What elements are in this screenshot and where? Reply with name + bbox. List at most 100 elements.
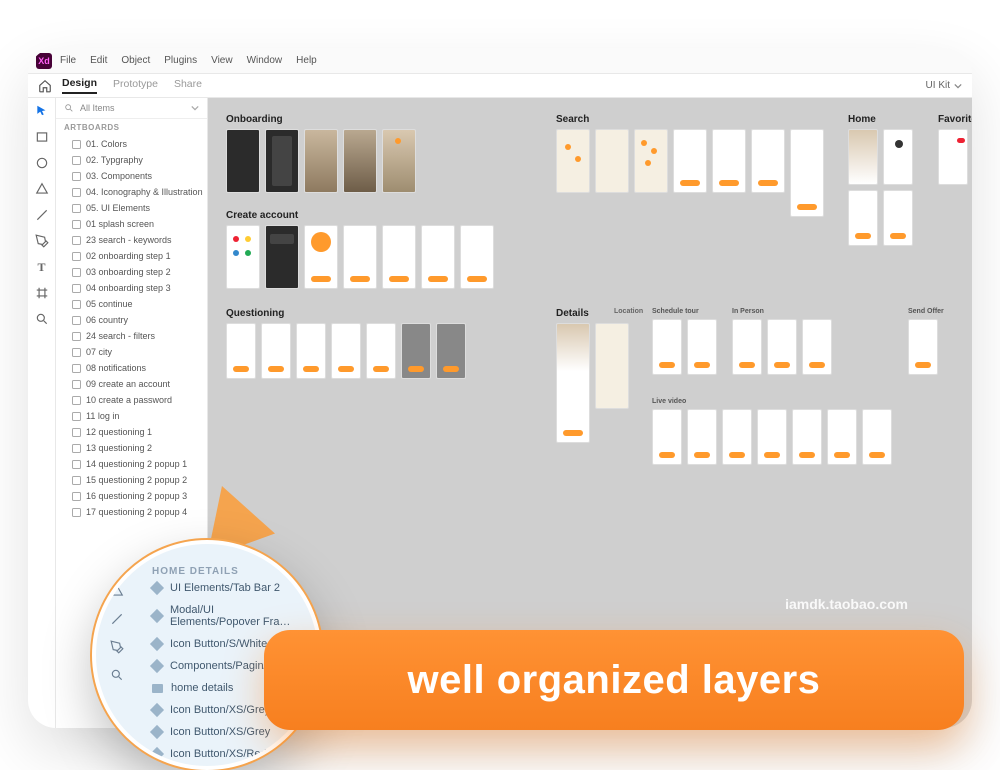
artboard-tool[interactable] <box>35 286 49 300</box>
zoom-layer-item[interactable]: UI Elements/Tab Bar 2 <box>152 577 298 599</box>
artboard[interactable] <box>226 225 260 289</box>
menu-plugins[interactable]: Plugins <box>164 55 197 66</box>
artboard[interactable] <box>848 190 878 246</box>
artboard[interactable] <box>265 129 299 193</box>
artboard[interactable] <box>343 129 377 193</box>
menu-file[interactable]: File <box>60 55 76 66</box>
artboard[interactable] <box>792 409 822 465</box>
artboard[interactable] <box>751 129 785 193</box>
layer-item[interactable]: 05 continue <box>56 296 207 312</box>
artboard[interactable] <box>634 129 668 193</box>
artboard[interactable] <box>802 319 832 375</box>
pen-tool[interactable] <box>35 234 49 248</box>
zoom-layer-item[interactable]: holder / V5 <box>152 765 298 770</box>
text-tool[interactable]: T <box>35 260 49 274</box>
artboard[interactable] <box>862 409 892 465</box>
artboard[interactable] <box>595 129 629 193</box>
layer-item[interactable]: 24 search - filters <box>56 328 207 344</box>
artboard[interactable] <box>652 409 682 465</box>
layer-item[interactable]: 05. UI Elements <box>56 200 207 216</box>
home-icon[interactable] <box>38 79 52 93</box>
layer-item[interactable]: 12 questioning 1 <box>56 424 207 440</box>
artboard[interactable] <box>827 409 857 465</box>
layer-item[interactable]: 23 search - keywords <box>56 232 207 248</box>
document-title[interactable]: UI Kit <box>926 80 962 91</box>
zoom-layer-item[interactable]: Icon Button/XS/Red <box>152 743 298 765</box>
artboard[interactable] <box>304 129 338 193</box>
artboard[interactable] <box>261 323 291 379</box>
layer-item[interactable]: 10 create a password <box>56 392 207 408</box>
layer-item[interactable]: 03. Components <box>56 168 207 184</box>
artboard[interactable] <box>908 319 938 375</box>
layer-item[interactable]: 02. Typgraphy <box>56 152 207 168</box>
line-tool[interactable] <box>35 208 49 222</box>
layer-item[interactable]: 01. Colors <box>56 136 207 152</box>
menu-window[interactable]: Window <box>247 55 283 66</box>
artboard[interactable] <box>436 323 466 379</box>
artboard[interactable] <box>331 323 361 379</box>
zoom-tool[interactable] <box>35 312 49 326</box>
artboard[interactable] <box>652 319 682 375</box>
polygon-tool[interactable] <box>35 182 49 196</box>
menu-edit[interactable]: Edit <box>90 55 107 66</box>
artboard[interactable] <box>556 129 590 193</box>
artboard[interactable] <box>673 129 707 193</box>
select-tool[interactable] <box>35 104 49 118</box>
layer-item[interactable]: 02 onboarding step 1 <box>56 248 207 264</box>
artboard[interactable] <box>343 225 377 289</box>
artboard[interactable] <box>296 323 326 379</box>
artboard[interactable] <box>687 319 717 375</box>
artboard[interactable] <box>767 319 797 375</box>
artboard[interactable] <box>421 225 455 289</box>
artboard[interactable] <box>265 225 299 289</box>
artboard[interactable] <box>382 129 416 193</box>
artboard[interactable] <box>757 409 787 465</box>
layer-item[interactable]: 09 create an account <box>56 376 207 392</box>
artboard[interactable] <box>556 323 590 443</box>
artboard[interactable] <box>687 409 717 465</box>
layer-item[interactable]: 15 questioning 2 popup 2 <box>56 472 207 488</box>
layer-item[interactable]: 07 city <box>56 344 207 360</box>
tab-share[interactable]: Share <box>174 78 202 93</box>
layer-item[interactable]: 01 splash screen <box>56 216 207 232</box>
artboard[interactable] <box>883 129 913 185</box>
artboard[interactable] <box>722 409 752 465</box>
layer-item[interactable]: 06 country <box>56 312 207 328</box>
artboard[interactable] <box>790 129 824 217</box>
layer-item[interactable]: 03 onboarding step 2 <box>56 264 207 280</box>
layer-item[interactable]: 17 questioning 2 popup 4 <box>56 504 207 520</box>
layer-item[interactable]: 16 questioning 2 popup 3 <box>56 488 207 504</box>
artboard[interactable] <box>595 323 629 409</box>
menu-view[interactable]: View <box>211 55 233 66</box>
layer-item[interactable]: 14 questioning 2 popup 1 <box>56 456 207 472</box>
rectangle-tool[interactable] <box>35 130 49 144</box>
menu-object[interactable]: Object <box>121 55 150 66</box>
layer-item[interactable]: 11 log in <box>56 408 207 424</box>
artboard[interactable] <box>382 225 416 289</box>
artboard[interactable] <box>712 129 746 193</box>
artboard[interactable] <box>401 323 431 379</box>
section-search: Search <box>556 114 824 125</box>
banner-text: well organized layers <box>408 658 821 703</box>
artboard[interactable] <box>460 225 494 289</box>
artboard[interactable] <box>848 129 878 185</box>
artboard[interactable] <box>732 319 762 375</box>
zoom-layer-item[interactable]: Modal/UI Elements/Popover Fra… <box>152 599 298 633</box>
section-schedule: Schedule tour <box>652 308 717 315</box>
menu-help[interactable]: Help <box>296 55 317 66</box>
artboard[interactable] <box>226 129 260 193</box>
layer-item[interactable]: 04. Iconography & Illustration <box>56 184 207 200</box>
layer-item[interactable]: 13 questioning 2 <box>56 440 207 456</box>
section-questioning: Questioning <box>226 308 466 319</box>
layer-item[interactable]: 04 onboarding step 3 <box>56 280 207 296</box>
tab-design[interactable]: Design <box>62 77 97 94</box>
ellipse-tool[interactable] <box>35 156 49 170</box>
artboard[interactable] <box>938 129 968 185</box>
layers-search[interactable]: All Items <box>56 98 207 119</box>
layer-item[interactable]: 08 notifications <box>56 360 207 376</box>
tab-prototype[interactable]: Prototype <box>113 78 158 93</box>
artboard[interactable] <box>304 225 338 289</box>
artboard[interactable] <box>366 323 396 379</box>
artboard[interactable] <box>226 323 256 379</box>
artboard[interactable] <box>883 190 913 246</box>
